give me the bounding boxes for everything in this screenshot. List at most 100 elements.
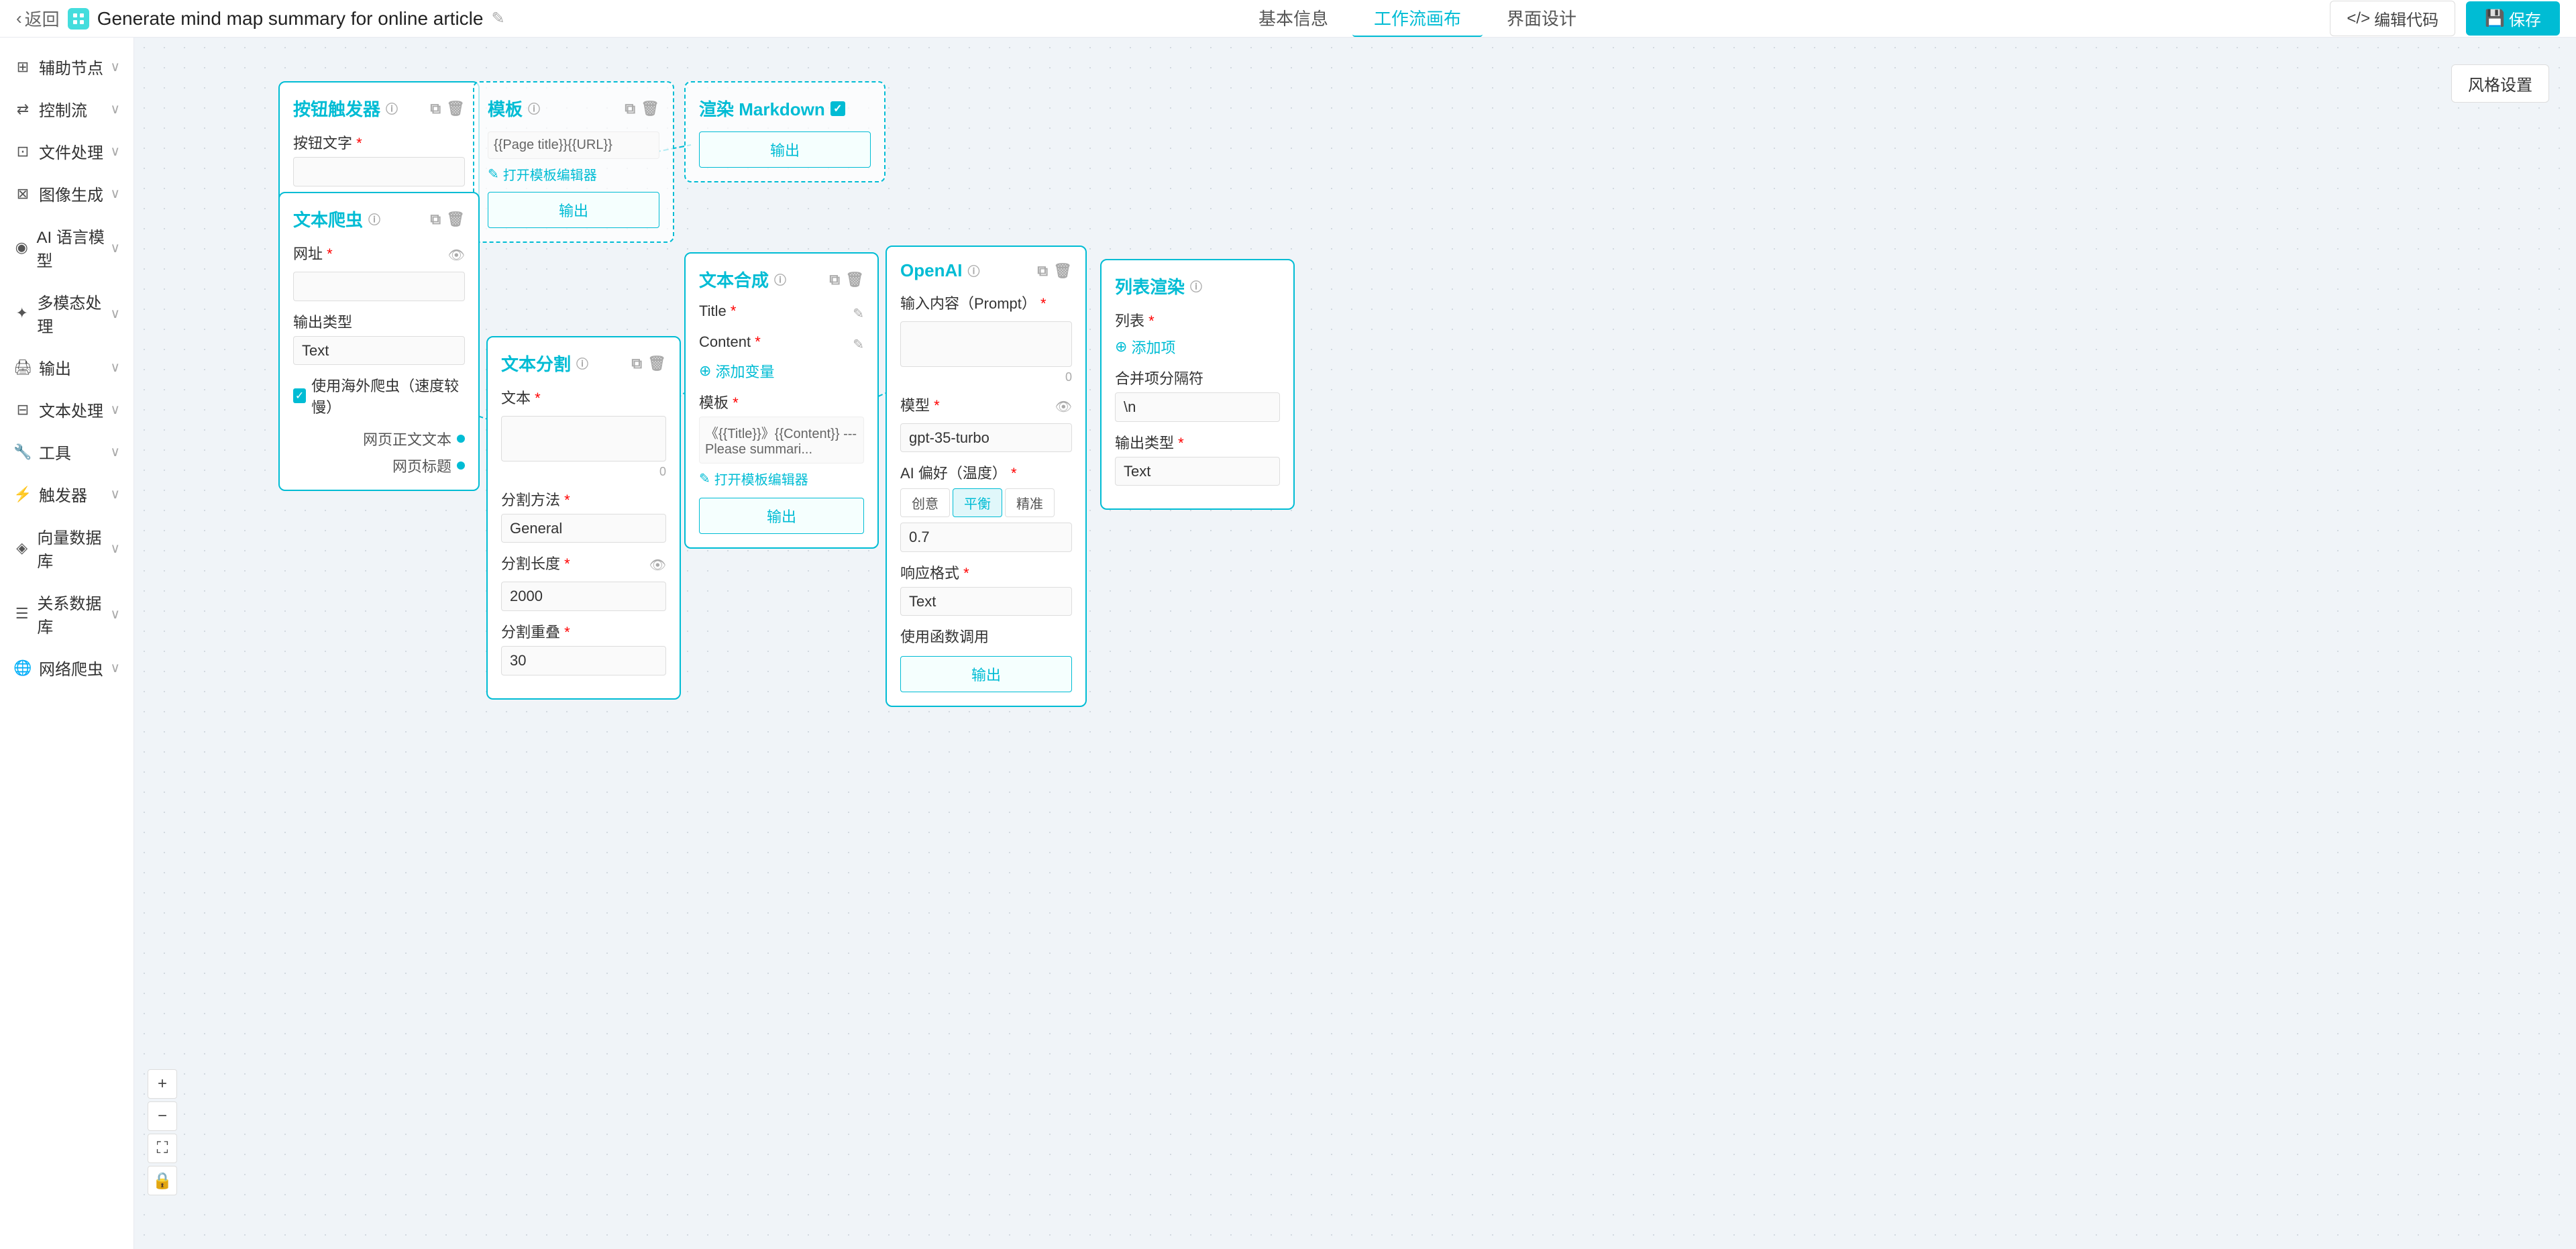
text-split-title: 文本分割 bbox=[501, 351, 571, 376]
lock-button[interactable]: 🔒 bbox=[148, 1166, 177, 1195]
tab-creative[interactable]: 创意 bbox=[900, 488, 950, 517]
delete-icon[interactable]: 🗑 bbox=[1053, 262, 1072, 280]
info-icon: ⓘ bbox=[1190, 278, 1202, 295]
edit-label: 打开模板编辑器 bbox=[714, 469, 808, 488]
overseas-checkbox[interactable]: ✓ bbox=[293, 388, 306, 403]
text-split-input[interactable] bbox=[501, 416, 666, 461]
overseas-crawler-checkbox-row: ✓ 使用海外爬虫（速度较慢） bbox=[293, 374, 465, 417]
tab-workflow[interactable]: 工作流画布 bbox=[1352, 0, 1483, 37]
sidebar-item-file-process[interactable]: ⊡ 文件处理 ∨ bbox=[0, 130, 133, 172]
copy-icon[interactable]: ⧉ bbox=[430, 211, 441, 228]
delete-icon[interactable]: 🗑 bbox=[446, 100, 465, 117]
open-template-editor-btn[interactable]: ✎ 打开模板编辑器 bbox=[699, 469, 864, 488]
openai-output-btn[interactable]: 输出 bbox=[900, 656, 1072, 692]
save-button[interactable]: 💾 保存 bbox=[2466, 1, 2560, 36]
edit-icon[interactable]: ✎ bbox=[853, 336, 864, 353]
style-settings-button[interactable]: 风格设置 bbox=[2451, 64, 2549, 103]
multimodal-icon: ✦ bbox=[13, 304, 30, 323]
sidebar-label-output: 输出 bbox=[39, 356, 71, 379]
template-title: 模板 bbox=[488, 96, 523, 121]
back-button[interactable]: ‹ 返回 bbox=[16, 6, 60, 31]
separator-input[interactable] bbox=[1115, 392, 1280, 422]
copy-icon[interactable]: ⧉ bbox=[631, 355, 642, 372]
delete-icon[interactable]: 🗑 bbox=[845, 271, 864, 288]
eye-icon[interactable]: 👁 bbox=[1055, 398, 1072, 415]
synthesis-output-btn[interactable]: 输出 bbox=[699, 498, 864, 534]
sidebar-item-multimodal[interactable]: ✦ 多模态处理 ∨ bbox=[0, 280, 133, 346]
sidebar-item-text-process[interactable]: ⊟ 文本处理 ∨ bbox=[0, 388, 133, 431]
edit-title-icon[interactable]: ✎ bbox=[491, 9, 504, 28]
chevron-down-icon: ∨ bbox=[110, 540, 120, 557]
button-text-input[interactable] bbox=[293, 157, 465, 186]
copy-icon[interactable]: ⧉ bbox=[430, 100, 441, 117]
output-icon: 🖨 bbox=[13, 358, 32, 377]
sidebar-item-aux-node[interactable]: ⊞ 辅助节点 ∨ bbox=[0, 46, 133, 88]
markdown-title: 渲染 Markdown bbox=[699, 96, 825, 121]
list-output-type-select[interactable]: Text bbox=[1115, 457, 1280, 486]
web-crawler-icon: 🌐 bbox=[13, 659, 32, 677]
output-type-field: 输出类型 Text bbox=[293, 311, 465, 365]
button-text-label: 按钮文字 bbox=[293, 135, 352, 152]
canvas[interactable]: 风格设置 按钮触发器 ⓘ ⧉ 🗑 按钮文字 * bbox=[134, 38, 2576, 1249]
text-field: 文本 * 0 bbox=[501, 386, 666, 479]
zoom-out-button[interactable]: − bbox=[148, 1101, 177, 1131]
eye-icon[interactable]: 👁 bbox=[448, 247, 465, 264]
output-type-select[interactable]: Text bbox=[293, 336, 465, 365]
sidebar-item-web-crawler[interactable]: 🌐 网络爬虫 ∨ bbox=[0, 647, 133, 689]
sidebar-item-trigger[interactable]: ⚡ 触发器 ∨ bbox=[0, 473, 133, 515]
open-template-editor-button[interactable]: ✎ 打开模板编辑器 bbox=[488, 164, 659, 184]
delete-icon[interactable]: 🗑 bbox=[647, 355, 666, 372]
split-overlap-input[interactable] bbox=[501, 646, 666, 675]
copy-icon[interactable]: ⧉ bbox=[829, 271, 840, 288]
sidebar-item-control-flow[interactable]: ⇄ 控制流 ∨ bbox=[0, 88, 133, 130]
copy-icon[interactable]: ⧉ bbox=[625, 100, 635, 117]
url-input[interactable] bbox=[293, 272, 465, 301]
split-method-select[interactable]: General bbox=[501, 514, 666, 543]
sidebar-label-image-gen: 图像生成 bbox=[39, 182, 103, 205]
tools-icon: 🔧 bbox=[13, 443, 32, 461]
edit-icon[interactable]: ✎ bbox=[853, 305, 864, 322]
prompt-field: 输入内容（Prompt） * 0 bbox=[900, 292, 1072, 384]
prompt-counter: 0 bbox=[900, 370, 1072, 384]
tab-ui[interactable]: 界面设计 bbox=[1485, 0, 1598, 37]
delete-icon[interactable]: 🗑 bbox=[641, 100, 659, 117]
add-variable-button[interactable]: ⊕ 添加变量 bbox=[699, 360, 864, 382]
fit-screen-button[interactable]: ⛶ bbox=[148, 1134, 177, 1163]
sidebar-item-ai-model[interactable]: ◉ AI 语言模型 ∨ bbox=[0, 215, 133, 280]
sidebar-item-vector-db[interactable]: ◈ 向量数据库 ∨ bbox=[0, 515, 133, 581]
tab-basic[interactable]: 基本信息 bbox=[1237, 0, 1350, 37]
function-call-field: 使用函数调用 bbox=[900, 625, 1072, 647]
workflow-icon bbox=[68, 8, 89, 30]
header: ‹ 返回 Generate mind map summary for onlin… bbox=[0, 0, 2576, 38]
copy-icon[interactable]: ⧉ bbox=[1037, 262, 1048, 280]
openai-title: OpenAI bbox=[900, 260, 962, 281]
template-output-btn[interactable]: 输出 bbox=[488, 192, 659, 228]
chevron-down-icon: ∨ bbox=[110, 486, 120, 502]
markdown-output-btn[interactable]: 输出 bbox=[699, 131, 871, 168]
zoom-in-button[interactable]: + bbox=[148, 1069, 177, 1099]
eye-icon[interactable]: 👁 bbox=[649, 557, 666, 574]
output-web-title-row: 网页标题 bbox=[293, 455, 465, 476]
add-item-button[interactable]: ⊕ 添加项 bbox=[1115, 336, 1280, 358]
sidebar-item-tools[interactable]: 🔧 工具 ∨ bbox=[0, 431, 133, 473]
markdown-checkbox[interactable]: ✓ bbox=[830, 101, 845, 116]
button-text-field: 按钮文字 * bbox=[293, 131, 465, 186]
split-length-input[interactable] bbox=[501, 582, 666, 611]
prompt-input[interactable] bbox=[900, 321, 1072, 367]
chevron-down-icon: ∨ bbox=[110, 606, 120, 622]
sidebar-item-image-gen[interactable]: ⊠ 图像生成 ∨ bbox=[0, 172, 133, 215]
delete-icon[interactable]: 🗑 bbox=[446, 211, 465, 228]
sidebar-item-relational-db[interactable]: ☰ 关系数据库 ∨ bbox=[0, 581, 133, 647]
sidebar-item-output[interactable]: 🖨 输出 ∨ bbox=[0, 346, 133, 388]
ai-temp-tabs: 创意 平衡 精准 bbox=[900, 488, 1072, 517]
tab-precise[interactable]: 精准 bbox=[1005, 488, 1055, 517]
response-format-select[interactable]: Text bbox=[900, 587, 1072, 616]
edit-code-button[interactable]: </> 编辑代码 bbox=[2330, 1, 2455, 36]
template-content: {{Page title}}{{URL}} bbox=[488, 131, 659, 159]
temp-value-input[interactable] bbox=[900, 523, 1072, 552]
chevron-down-icon: ∨ bbox=[110, 359, 120, 376]
tab-balanced[interactable]: 平衡 bbox=[953, 488, 1002, 517]
output-web-text-row: 网页正文文本 bbox=[293, 428, 465, 449]
model-select[interactable]: gpt-35-turbo bbox=[900, 423, 1072, 452]
list-render-node: 列表渲染 ⓘ 列表 * ⊕ 添加项 合并项分隔符 输出类型 * bbox=[1100, 259, 1295, 510]
